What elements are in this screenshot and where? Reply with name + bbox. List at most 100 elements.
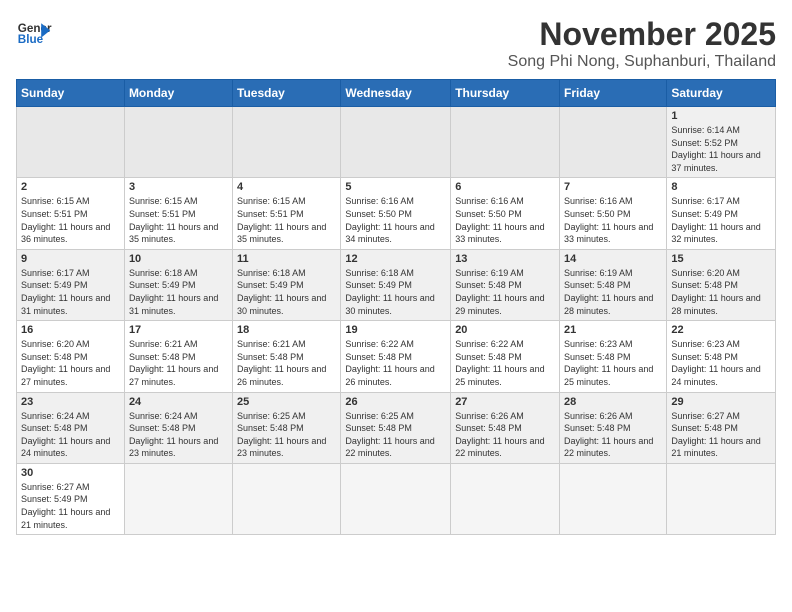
calendar-cell: 21 Sunrise: 6:23 AM Sunset: 5:48 PM Dayli… [560,321,667,392]
calendar-cell: 26 Sunrise: 6:25 AM Sunset: 5:48 PM Dayli… [341,392,451,463]
week-row-5: 23 Sunrise: 6:24 AM Sunset: 5:48 PM Dayli… [17,392,776,463]
week-row-4: 16 Sunrise: 6:20 AM Sunset: 5:48 PM Dayli… [17,321,776,392]
calendar-cell: 7Sunrise: 6:16 AM Sunset: 5:50 PM Daylig… [560,178,667,249]
day-number: 10 [129,253,228,265]
calendar-cell: 13 Sunrise: 6:19 AM Sunset: 5:48 PM Dayli… [451,249,560,320]
day-number: 24 [129,396,228,408]
day-info: Sunrise: 6:21 AM Sunset: 5:48 PM Dayligh… [129,338,228,388]
day-info: Sunrise: 6:20 AM Sunset: 5:48 PM Dayligh… [671,267,771,317]
weekday-header-friday: Friday [560,80,667,107]
calendar-cell [233,463,341,534]
calendar-cell [560,463,667,534]
location-title: Song Phi Nong, Suphanburi, Thailand [508,53,776,71]
calendar-cell [341,463,451,534]
day-number: 3 [129,181,228,193]
day-info: Sunrise: 6:27 AM Sunset: 5:48 PM Dayligh… [671,410,771,460]
day-info: Sunrise: 6:14 AM Sunset: 5:52 PM Dayligh… [671,124,771,174]
day-info: Sunrise: 6:17 AM Sunset: 5:49 PM Dayligh… [21,267,120,317]
calendar-cell: 8 Sunrise: 6:17 AM Sunset: 5:49 PM Daylig… [667,178,776,249]
day-info: Sunrise: 6:16 AM Sunset: 5:50 PM Dayligh… [345,195,446,245]
weekday-header-saturday: Saturday [667,80,776,107]
day-number: 20 [455,324,555,336]
day-number: 9 [21,253,120,265]
weekday-header-thursday: Thursday [451,80,560,107]
day-info: Sunrise: 6:24 AM Sunset: 5:48 PM Dayligh… [129,410,228,460]
calendar-cell: 12 Sunrise: 6:18 AM Sunset: 5:49 PM Dayli… [341,249,451,320]
day-info: Sunrise: 6:23 AM Sunset: 5:48 PM Dayligh… [671,338,771,388]
calendar-cell: 11 Sunrise: 6:18 AM Sunset: 5:49 PM Dayli… [233,249,341,320]
calendar-cell: 10 Sunrise: 6:18 AM Sunset: 5:49 PM Dayli… [124,249,232,320]
day-number: 11 [237,253,336,265]
calendar-cell: 6Sunrise: 6:16 AM Sunset: 5:50 PM Daylig… [451,178,560,249]
weekday-header-monday: Monday [124,80,232,107]
calendar-cell: 20 Sunrise: 6:22 AM Sunset: 5:48 PM Dayli… [451,321,560,392]
calendar-cell [451,107,560,178]
day-info: Sunrise: 6:27 AM Sunset: 5:49 PM Dayligh… [21,481,120,531]
logo-icon: General Blue [16,16,52,52]
day-info: Sunrise: 6:18 AM Sunset: 5:49 PM Dayligh… [237,267,336,317]
day-number: 23 [21,396,120,408]
logo: General Blue [16,16,52,52]
day-number: 28 [564,396,662,408]
day-number: 22 [671,324,771,336]
calendar-cell: 9 Sunrise: 6:17 AM Sunset: 5:49 PM Daylig… [17,249,125,320]
calendar-cell: 29 Sunrise: 6:27 AM Sunset: 5:48 PM Dayli… [667,392,776,463]
weekday-header-wednesday: Wednesday [341,80,451,107]
title-area: November 2025 Song Phi Nong, Suphanburi,… [508,16,776,71]
weekday-header-tuesday: Tuesday [233,80,341,107]
calendar-cell [233,107,341,178]
calendar-cell: 18Sunrise: 6:21 AM Sunset: 5:48 PM Dayli… [233,321,341,392]
day-info: Sunrise: 6:15 AM Sunset: 5:51 PM Dayligh… [129,195,228,245]
day-number: 21 [564,324,662,336]
day-info: Sunrise: 6:26 AM Sunset: 5:48 PM Dayligh… [564,410,662,460]
day-info: Sunrise: 6:21 AM Sunset: 5:48 PM Dayligh… [237,338,336,388]
day-number: 14 [564,253,662,265]
day-info: Sunrise: 6:19 AM Sunset: 5:48 PM Dayligh… [455,267,555,317]
calendar-cell [124,107,232,178]
svg-text:Blue: Blue [18,33,44,46]
day-info: Sunrise: 6:18 AM Sunset: 5:49 PM Dayligh… [345,267,446,317]
calendar-table: SundayMondayTuesdayWednesdayThursdayFrid… [16,79,776,535]
day-number: 19 [345,324,446,336]
day-number: 1 [671,110,771,122]
week-row-2: 2 Sunrise: 6:15 AM Sunset: 5:51 PM Daylig… [17,178,776,249]
calendar-cell: 3 Sunrise: 6:15 AM Sunset: 5:51 PM Daylig… [124,178,232,249]
calendar-cell: 23Sunrise: 6:24 AM Sunset: 5:48 PM Dayli… [17,392,125,463]
day-info: Sunrise: 6:26 AM Sunset: 5:48 PM Dayligh… [455,410,555,460]
page-header: General Blue November 2025 Song Phi Nong… [16,16,776,71]
day-number: 8 [671,181,771,193]
calendar-cell [451,463,560,534]
day-info: Sunrise: 6:15 AM Sunset: 5:51 PM Dayligh… [237,195,336,245]
calendar-cell: 25Sunrise: 6:25 AM Sunset: 5:48 PM Dayli… [233,392,341,463]
day-number: 4 [237,181,336,193]
calendar-cell [667,463,776,534]
calendar-cell: 24 Sunrise: 6:24 AM Sunset: 5:48 PM Dayli… [124,392,232,463]
day-info: Sunrise: 6:17 AM Sunset: 5:49 PM Dayligh… [671,195,771,245]
day-number: 29 [671,396,771,408]
calendar-cell: 17Sunrise: 6:21 AM Sunset: 5:48 PM Dayli… [124,321,232,392]
day-info: Sunrise: 6:18 AM Sunset: 5:49 PM Dayligh… [129,267,228,317]
calendar-cell: 19Sunrise: 6:22 AM Sunset: 5:48 PM Dayli… [341,321,451,392]
day-number: 13 [455,253,555,265]
day-number: 27 [455,396,555,408]
day-info: Sunrise: 6:20 AM Sunset: 5:48 PM Dayligh… [21,338,120,388]
day-info: Sunrise: 6:25 AM Sunset: 5:48 PM Dayligh… [237,410,336,460]
calendar-cell: 16 Sunrise: 6:20 AM Sunset: 5:48 PM Dayli… [17,321,125,392]
week-row-1: 1 Sunrise: 6:14 AM Sunset: 5:52 PM Daylig… [17,107,776,178]
calendar-cell: 28 Sunrise: 6:26 AM Sunset: 5:48 PM Dayli… [560,392,667,463]
weekday-header-row: SundayMondayTuesdayWednesdayThursdayFrid… [17,80,776,107]
week-row-6: 30Sunrise: 6:27 AM Sunset: 5:49 PM Dayli… [17,463,776,534]
day-number: 12 [345,253,446,265]
day-number: 26 [345,396,446,408]
calendar-cell [124,463,232,534]
day-info: Sunrise: 6:25 AM Sunset: 5:48 PM Dayligh… [345,410,446,460]
calendar-cell: 27 Sunrise: 6:26 AM Sunset: 5:48 PM Dayli… [451,392,560,463]
calendar-cell [341,107,451,178]
day-info: Sunrise: 6:22 AM Sunset: 5:48 PM Dayligh… [455,338,555,388]
calendar-cell [17,107,125,178]
day-number: 2 [21,181,120,193]
day-number: 15 [671,253,771,265]
day-number: 16 [21,324,120,336]
calendar-cell: 14Sunrise: 6:19 AM Sunset: 5:48 PM Dayli… [560,249,667,320]
day-info: Sunrise: 6:23 AM Sunset: 5:48 PM Dayligh… [564,338,662,388]
